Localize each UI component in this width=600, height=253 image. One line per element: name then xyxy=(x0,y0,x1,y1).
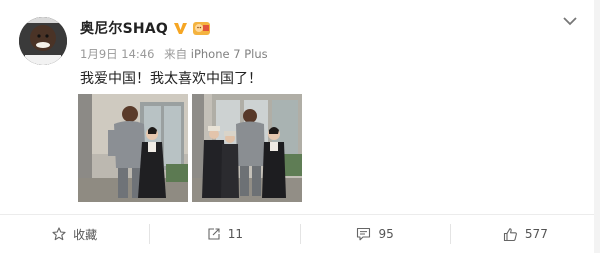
repost-count: 11 xyxy=(227,227,244,241)
repost-button[interactable]: 11 xyxy=(150,215,299,253)
chevron-down-icon[interactable] xyxy=(561,14,579,28)
comment-count: 95 xyxy=(378,227,394,241)
device-label[interactable]: iPhone 7 Plus xyxy=(191,47,268,61)
post-photo-1[interactable] xyxy=(78,94,188,202)
thumbs-up-icon xyxy=(503,227,518,242)
post-photo-2[interactable] xyxy=(192,94,302,202)
favorite-button[interactable]: 收藏 xyxy=(0,215,149,253)
from-label: 来自 xyxy=(164,47,188,61)
share-arrow-icon xyxy=(207,227,221,241)
emoji-badge-icon xyxy=(192,21,211,36)
like-count: 577 xyxy=(524,227,548,241)
like-button[interactable]: 577 xyxy=(451,215,600,253)
username[interactable]: 奥尼尔SHAQ xyxy=(80,18,168,38)
comment-button[interactable]: 95 xyxy=(301,215,450,253)
avatar[interactable] xyxy=(19,17,67,65)
weibo-post-card: 奥尼尔SHAQ 1月9日 14:46 来自 iPhone 7 Plus 我爱中国… xyxy=(0,0,600,253)
favorite-label: 收藏 xyxy=(73,227,98,242)
comment-icon xyxy=(356,227,371,241)
scrollbar[interactable] xyxy=(594,0,600,253)
post-text: 我爱中国！我太喜欢中国了！ xyxy=(80,71,262,87)
post-meta: 1月9日 14:46 来自 iPhone 7 Plus xyxy=(80,46,268,62)
vip-v-badge-icon[interactable] xyxy=(173,21,188,36)
post-header: 奥尼尔SHAQ xyxy=(80,18,211,38)
action-bar: 收藏 11 95 577 xyxy=(0,215,600,253)
star-icon xyxy=(52,227,66,241)
post-date[interactable]: 1月9日 14:46 xyxy=(80,47,154,61)
